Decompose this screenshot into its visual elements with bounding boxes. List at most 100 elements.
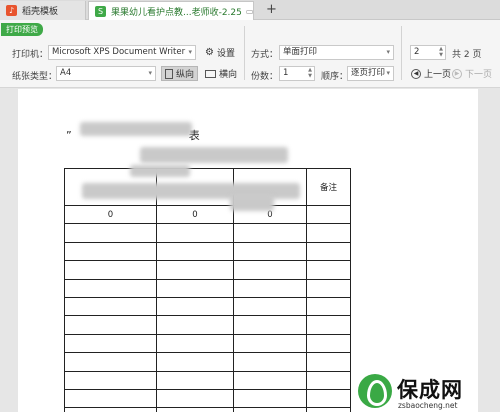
table-cell [64,260,157,280]
table-cell [233,315,307,335]
table-row [64,315,351,335]
table-cell [306,223,351,243]
order-label: 顺序： [321,72,349,82]
next-page-label: 下一页 [465,70,493,80]
table-cell [64,352,157,372]
toolbar-divider [244,26,245,80]
print-mode-select[interactable]: 单面打印 ▾ [279,45,394,60]
portrait-label: 纵向 [176,70,195,80]
table-row [64,241,351,262]
paper-type-value: A4 [60,68,72,78]
table-row [64,223,351,243]
print-preview-toolbar: 打印预览 打印机： Microsoft XPS Document Writer … [0,20,500,88]
site-watermark: 保成网 zsbaocheng.net [356,372,500,412]
page-number-value: 2 [414,47,420,57]
tab-docer-templates[interactable]: ♪ 稻壳模板 [0,1,86,20]
landscape-button[interactable]: 横向 [202,66,240,81]
redacted-region [130,165,190,177]
table-cell: 0 [156,204,234,225]
table-cell [233,370,307,390]
printer-select[interactable]: Microsoft XPS Document Writer ▾ [48,45,196,60]
table-cell [306,241,351,262]
paper-type-select[interactable]: A4 ▾ [56,66,156,81]
table-cell [156,241,234,262]
chevron-down-icon: ▾ [148,69,152,77]
table-cell [233,223,307,243]
table-row [64,260,351,280]
remark-header: 备注 [306,168,351,206]
table-cell [64,388,157,409]
next-page-button[interactable]: ▶ 下一页 [449,66,495,81]
table-cell [64,223,157,243]
print-order-value: 逐页打印 [351,68,386,78]
settings-icon: ⚙ [205,47,214,58]
table-cell [156,296,234,317]
table-cell [306,204,351,225]
prev-page-button[interactable]: ◀ 上一页 [408,66,454,81]
preview-area[interactable]: ” 表 备注 0 0 0 保成网 zsbaocheng.net [0,89,500,412]
table-cell [64,333,157,354]
table-cell [306,352,351,372]
stepper-arrows-icon: ▲ ▼ [308,67,312,79]
watermark-logo-icon [358,374,392,408]
total-pages-label: 共 2 页 [452,50,482,60]
settings-label: 设置 [216,49,235,59]
stepper-arrows-icon: ▲ ▼ [439,46,443,58]
monitor-icon[interactable]: ▭ [246,7,253,16]
arrow-left-icon: ◀ [411,68,421,79]
table-row [64,278,351,298]
tab-label: 果果幼儿看护点教...老师收-2.25 [111,7,242,18]
printer-value: Microsoft XPS Document Writer [52,47,186,57]
table-cell [233,333,307,354]
copies-value: 1 [283,68,289,78]
tab-active-document[interactable]: S 果果幼儿看护点教...老师收-2.25 ▭ [88,1,254,20]
new-tab-button[interactable]: + [266,2,277,17]
watermark-url: zsbaocheng.net [398,401,458,410]
table-row [64,407,351,412]
page-number-stepper[interactable]: 2 ▲ ▼ [410,45,446,60]
watermark-name: 保成网 [397,378,463,402]
table-row [64,333,351,354]
table-cell [156,407,234,412]
toolbar-divider [401,26,402,80]
table-cell [156,370,234,390]
table-row [64,296,351,317]
chevron-down-icon: ▾ [386,48,390,56]
chevron-down-icon: ▾ [386,69,390,77]
table-row [64,388,351,409]
table-cell [64,315,157,335]
print-preview-tag: 打印预览 [1,23,43,36]
redacted-region [140,147,288,163]
redacted-region [80,122,192,136]
printer-label: 打印机： [12,50,49,60]
portrait-button[interactable]: 纵向 [161,66,199,81]
tab-label: 稻壳模板 [22,7,59,17]
table-cell [156,352,234,372]
table-cell [233,388,307,409]
table-row [64,370,351,390]
table-cell [306,260,351,280]
printer-settings-button[interactable]: ⚙ 设置 [202,45,238,60]
paper-type-label: 纸张类型： [12,72,58,82]
table-cell [156,260,234,280]
copies-stepper[interactable]: 1 ▲ ▼ [279,66,315,81]
table-body [64,223,351,412]
table-cell [306,278,351,298]
print-order-select[interactable]: 逐页打印 ▾ [347,66,394,81]
prev-page-label: 上一页 [424,70,452,80]
table-cell: 0 [64,204,157,225]
table-cell [64,241,157,262]
table-cell [306,315,351,335]
table-cell [306,407,351,412]
document-page: ” 表 备注 0 0 0 [18,89,478,412]
docer-icon: ♪ [6,5,17,16]
table-cell [233,352,307,372]
table-cell [156,333,234,354]
table-row [64,352,351,372]
table-row: 0 0 0 [64,204,351,225]
table-cell [64,370,157,390]
mode-label: 方式： [251,50,279,60]
spreadsheet-icon: S [95,5,106,17]
table-cell [64,296,157,317]
table-cell [156,315,234,335]
